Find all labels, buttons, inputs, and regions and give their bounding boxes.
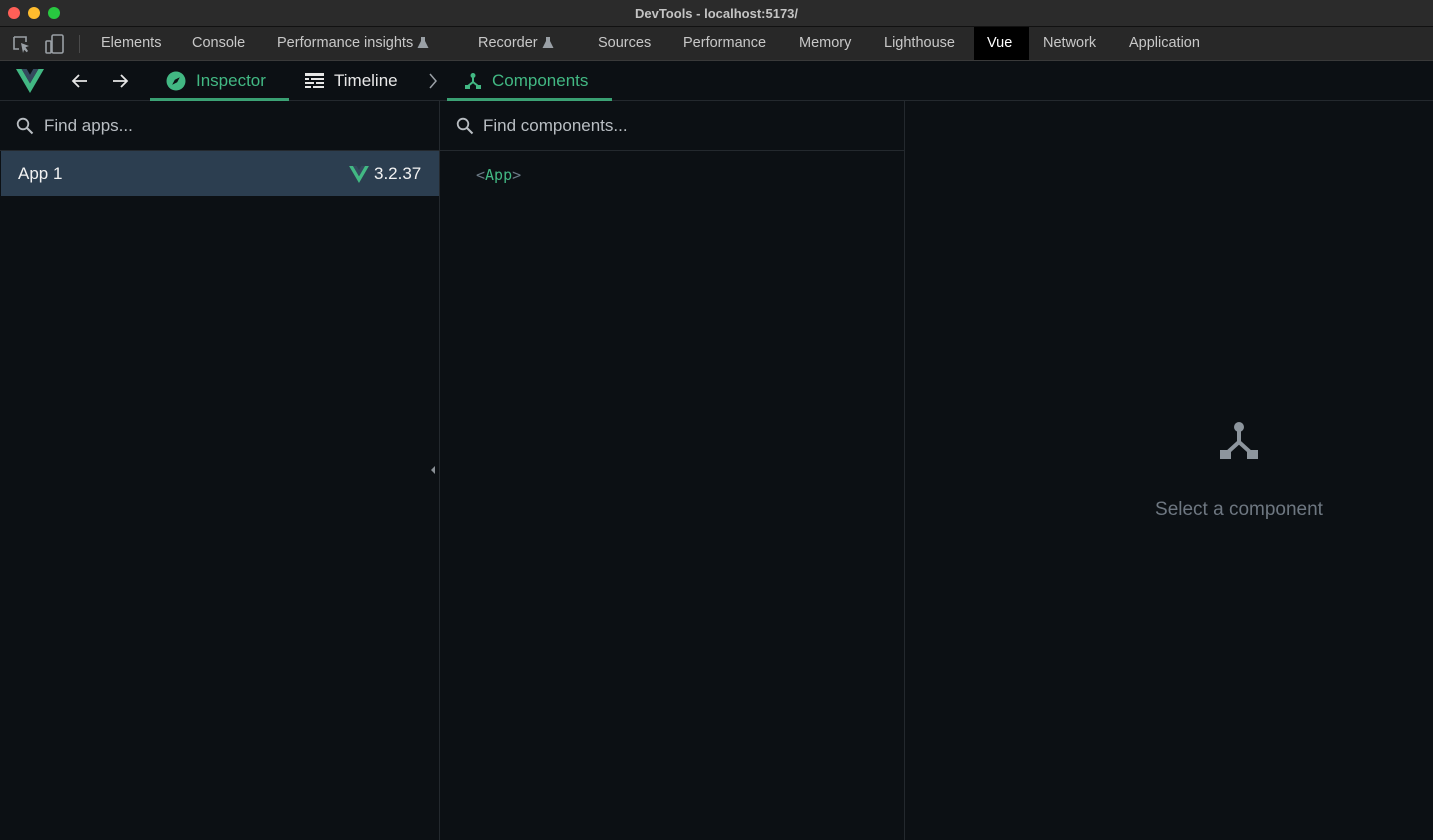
component-details-pane: Select a component [905, 101, 1433, 840]
apps-search-row [0, 101, 439, 151]
tab-sources[interactable]: Sources [585, 27, 664, 60]
app-list-item[interactable]: App 1 3.2.37 [1, 151, 439, 196]
experimental-flask-icon [542, 37, 554, 48]
breadcrumb-components[interactable]: Components [447, 61, 612, 101]
vue-devtools-toolbar: Inspector Timeline Components [0, 61, 1433, 101]
tab-console[interactable]: Console [179, 27, 258, 60]
back-arrow-icon[interactable] [70, 71, 90, 91]
components-pane: <App> [440, 101, 905, 840]
app-name: App 1 [18, 164, 63, 183]
window-title: DevTools - localhost:5173/ [634, 6, 799, 21]
empty-state-message: Select a component [1155, 499, 1323, 520]
vue-logo-icon[interactable] [16, 69, 44, 93]
timeline-icon [305, 72, 324, 88]
tag-open-bracket: < [476, 166, 486, 184]
apps-search-input[interactable] [44, 113, 424, 139]
toolbar-divider [79, 35, 80, 53]
app-vue-version: 3.2.37 [374, 164, 422, 183]
breadcrumb-components-label: Components [492, 70, 589, 90]
chevron-right-icon [429, 73, 437, 89]
collapse-caret-icon[interactable] [429, 464, 437, 476]
experimental-flask-icon [417, 37, 429, 48]
tab-application[interactable]: Application [1116, 27, 1213, 60]
tab-timeline-label: Timeline [334, 70, 398, 90]
tab-inspector[interactable]: Inspector [150, 61, 289, 101]
search-icon [456, 117, 474, 135]
components-search-input[interactable] [483, 113, 863, 139]
tab-recorder[interactable]: Recorder [465, 27, 567, 60]
device-toolbar-icon[interactable] [44, 33, 66, 55]
forward-arrow-icon[interactable] [110, 71, 130, 91]
tab-memory[interactable]: Memory [786, 27, 864, 60]
devtools-tab-bar: Elements Console Performance insights Re… [0, 27, 1433, 61]
tab-lighthouse[interactable]: Lighthouse [871, 27, 968, 60]
component-tree-icon [465, 72, 481, 89]
tab-inspector-label: Inspector [196, 70, 266, 90]
tab-timeline[interactable]: Timeline [305, 61, 398, 100]
vue-logo-icon [349, 166, 369, 183]
component-tree-node[interactable]: <App> [476, 166, 521, 184]
apps-pane: App 1 3.2.37 [0, 101, 440, 840]
inspect-element-icon[interactable] [10, 33, 32, 55]
tab-performance-insights-label: Performance insights [277, 35, 414, 51]
compass-icon [166, 71, 186, 90]
component-tree-icon [1220, 422, 1258, 459]
search-icon [16, 117, 34, 135]
tab-recorder-label: Recorder [478, 35, 538, 51]
tab-network[interactable]: Network [1030, 27, 1109, 60]
tab-vue[interactable]: Vue [974, 27, 1029, 60]
component-name: App [485, 166, 513, 184]
tab-elements[interactable]: Elements [88, 27, 174, 60]
tab-performance-insights[interactable]: Performance insights [264, 27, 442, 60]
tab-performance[interactable]: Performance [670, 27, 779, 60]
tag-close-bracket: > [512, 166, 522, 184]
window-titlebar: DevTools - localhost:5173/ [0, 0, 1433, 27]
components-search-row [440, 101, 904, 151]
